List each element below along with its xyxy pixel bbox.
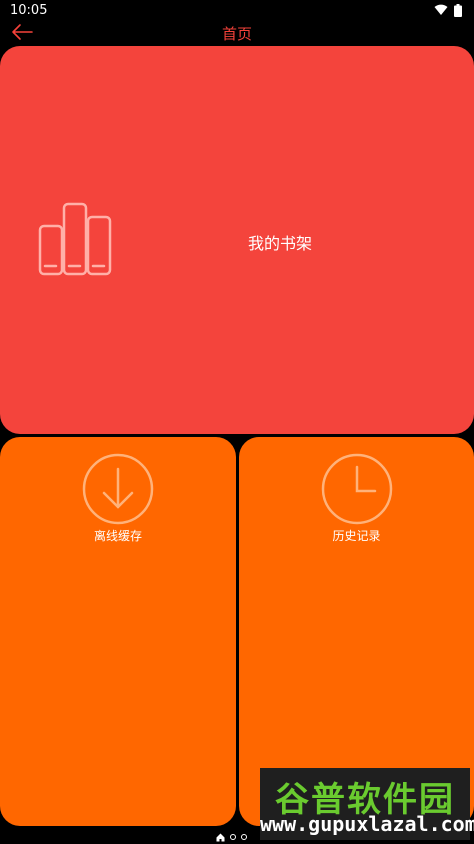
status-icons — [434, 4, 462, 17]
history-label: 历史记录 — [332, 529, 381, 543]
status-bar: 10:05 — [0, 0, 474, 22]
download-icon — [82, 453, 154, 525]
my-bookshelf-tile[interactable]: 我的书架 — [0, 46, 474, 434]
page-indicator — [216, 832, 256, 842]
page-title: 首页 — [221, 25, 252, 43]
battery-icon — [454, 4, 462, 17]
status-time: 10:05 — [10, 3, 48, 18]
watermark-logo: 谷普软件园 www.gupuxlazal.com — [260, 768, 474, 840]
offline-cache-tile[interactable]: 离线缓存 — [0, 437, 236, 826]
home-icon[interactable] — [216, 833, 225, 842]
wifi-icon — [434, 4, 448, 15]
watermark-url: www.gupuxlazal.com — [260, 812, 474, 836]
app-bar: 首页 — [0, 22, 474, 44]
bookshelf-icon — [38, 202, 112, 276]
clock-icon — [321, 453, 393, 525]
page-dot[interactable] — [230, 834, 236, 840]
page-dot[interactable] — [241, 834, 247, 840]
my-bookshelf-label: 我的书架 — [248, 234, 313, 253]
offline-cache-label: 离线缓存 — [93, 529, 142, 543]
